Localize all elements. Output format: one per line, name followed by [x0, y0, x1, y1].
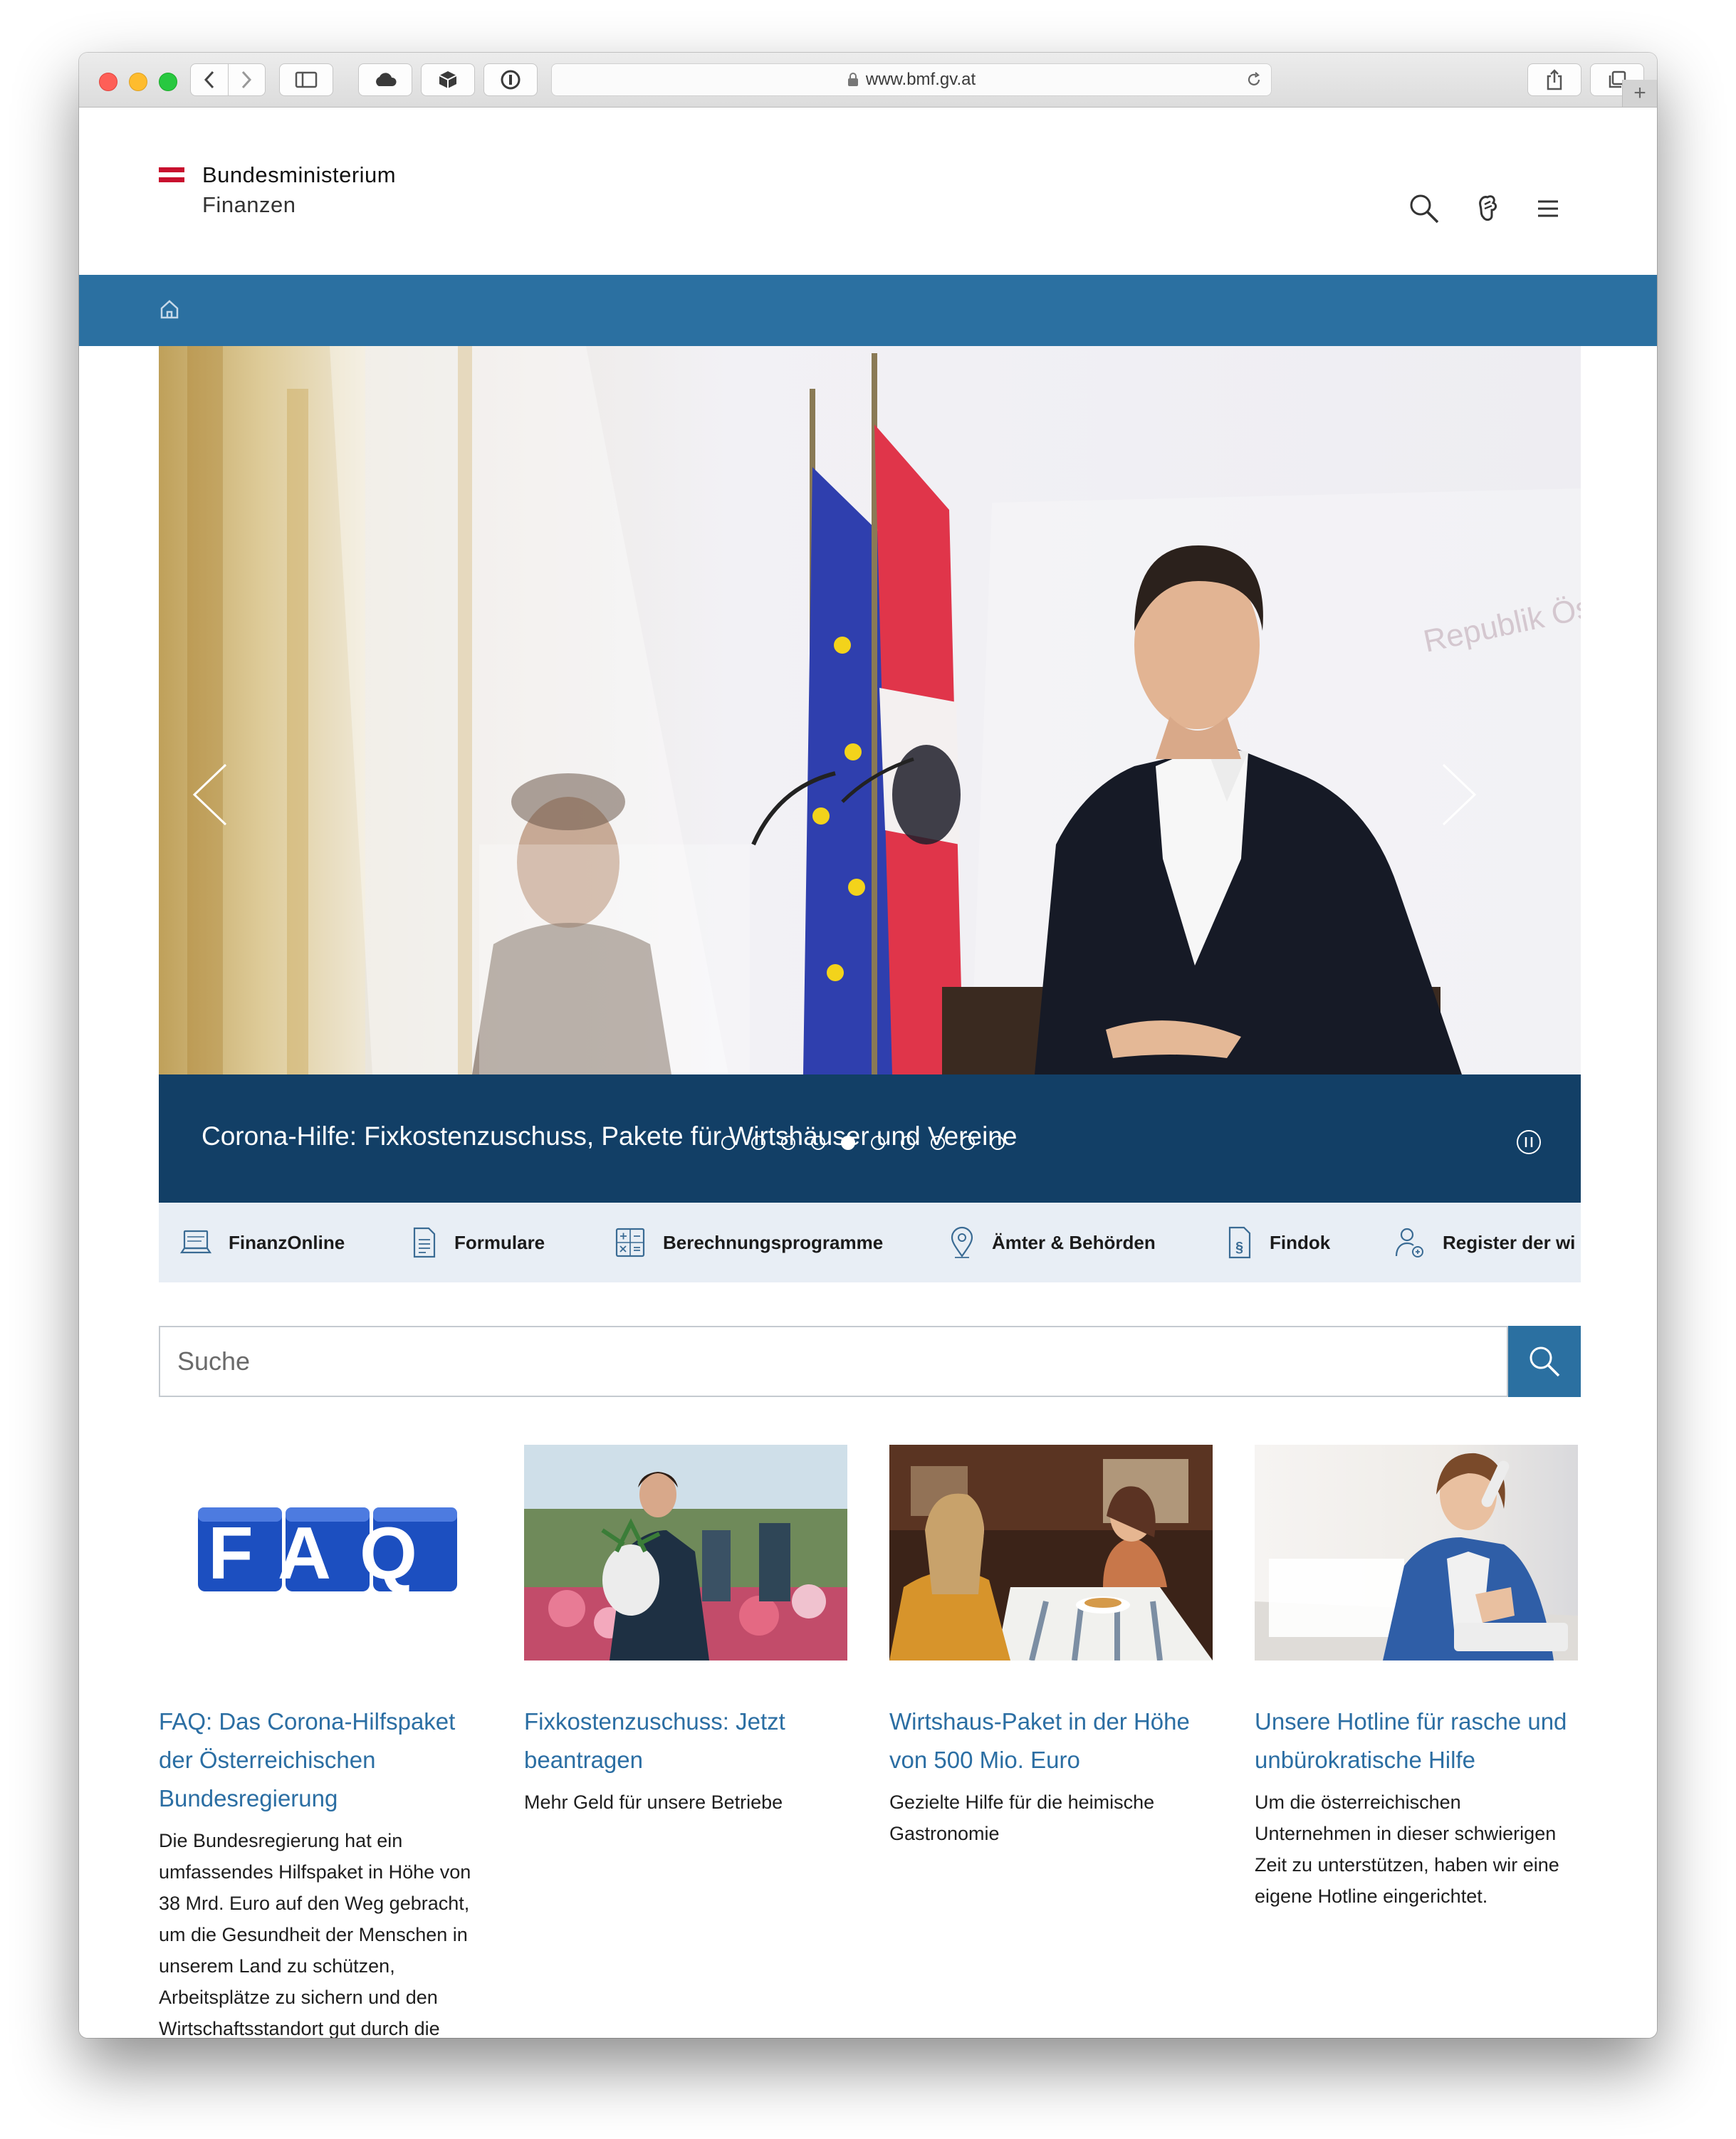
florist-image [524, 1445, 847, 1661]
card-title[interactable]: FAQ: Das Corona-Hilfspaket der Österreic… [159, 1703, 482, 1818]
slider-pagination [721, 1136, 1005, 1150]
quick-link-aemter-behoerden[interactable]: Ämter & Behörden [949, 1203, 1156, 1282]
card-description: Gezielte Hilfe für die heimische Gastron… [889, 1792, 1155, 1844]
quick-link-finanzonline[interactable]: FinanzOnline [180, 1203, 345, 1282]
sidebar-button[interactable] [279, 63, 333, 96]
sign-language-icon[interactable] [1473, 192, 1502, 224]
forward-button[interactable] [228, 70, 265, 89]
icloud-button[interactable] [358, 63, 412, 96]
hero-photo: Republik Ös [159, 346, 1581, 1074]
hero-slider: Republik Ös [159, 346, 1581, 1074]
paragraph-document-icon: § [1228, 1226, 1251, 1259]
slider-dot[interactable] [721, 1136, 736, 1150]
hotline-image [1255, 1445, 1578, 1661]
quick-link-label: Findok [1270, 1231, 1331, 1253]
search-placeholder: Suche [177, 1346, 251, 1376]
chevron-right-icon [242, 70, 252, 89]
share-button[interactable] [1527, 63, 1581, 96]
slider-dot[interactable] [871, 1136, 885, 1150]
browser-window: www.bmf.gv.at + Bundesministerium Finanz… [79, 53, 1657, 2038]
news-card-fixkostenzuschuss[interactable]: Fixkostenzuschuss: Jetzt beantragen Mehr… [524, 1445, 847, 1818]
logo-line-2: Finanzen [202, 192, 296, 217]
slider-next-arrow[interactable] [1440, 763, 1478, 827]
slider-dot[interactable] [751, 1136, 765, 1150]
new-tab-button[interactable]: + [1622, 80, 1657, 107]
share-icon [1547, 69, 1562, 90]
search-input[interactable]: Suche [159, 1326, 1508, 1397]
faq-image-text: FAQ [208, 1512, 446, 1595]
url-text: www.bmf.gv.at [865, 70, 976, 89]
breadcrumb-bar [79, 275, 1657, 346]
slider-dot[interactable] [990, 1136, 1005, 1150]
hero-caption[interactable]: Corona-Hilfe: Fixkostenzuschuss, Pakete … [159, 1074, 1581, 1203]
slider-dot[interactable] [781, 1136, 795, 1150]
quick-link-findok[interactable]: § Findok [1227, 1203, 1330, 1282]
restaurant-image [889, 1445, 1213, 1661]
browser-toolbar: www.bmf.gv.at + [79, 53, 1657, 108]
password-manager-button[interactable] [483, 63, 538, 96]
slider-dot[interactable] [961, 1136, 975, 1150]
austria-flag-icon [159, 167, 184, 182]
sidebar-icon [295, 71, 318, 88]
search-icon [1530, 1346, 1560, 1377]
news-card-hotline[interactable]: Unsere Hotline für rasche und unbürokrat… [1255, 1445, 1578, 1912]
menu-icon[interactable] [1536, 199, 1560, 219]
slider-dot[interactable] [901, 1136, 915, 1150]
chevron-left-icon [204, 70, 214, 89]
card-title[interactable]: Wirtshaus-Paket in der Höhe von 500 Mio.… [889, 1703, 1213, 1779]
logo-line-1: Bundesministerium [202, 162, 397, 187]
faq-image: FAQ [159, 1445, 482, 1661]
close-window-button[interactable] [99, 73, 117, 91]
news-card-wirtshaus-paket[interactable]: Wirtshaus-Paket in der Höhe von 500 Mio.… [889, 1445, 1213, 1849]
search-icon[interactable] [1408, 193, 1440, 224]
search-submit-button[interactable] [1508, 1326, 1581, 1397]
svg-text:§: § [1235, 1240, 1243, 1255]
slider-prev-arrow[interactable] [192, 763, 229, 827]
address-bar[interactable]: www.bmf.gv.at [551, 63, 1272, 96]
back-button[interactable] [191, 70, 228, 89]
cube-icon [439, 71, 457, 88]
slider-dot[interactable] [931, 1136, 945, 1150]
quick-link-register[interactable]: Register der wi [1394, 1203, 1575, 1282]
reload-icon[interactable] [1245, 71, 1262, 88]
quick-link-formulare[interactable]: Formulare [412, 1203, 545, 1282]
logo-wordmark: Bundesministerium Finanzen [202, 160, 396, 220]
location-pin-icon [951, 1226, 973, 1258]
extension-box-button[interactable] [421, 63, 475, 96]
document-icon [413, 1227, 436, 1258]
slider-dot[interactable] [811, 1136, 825, 1150]
laptop-icon [180, 1230, 211, 1254]
webpage: Bundesministerium Finanzen Republik Ös C… [79, 108, 1657, 2038]
pause-icon[interactable] [1515, 1129, 1542, 1156]
quick-link-label: Berechnungsprogramme [663, 1231, 884, 1253]
quick-link-label: Register der wi [1443, 1231, 1576, 1253]
news-card-faq[interactable]: FAQ FAQ: Das Corona-Hilfspaket der Öster… [159, 1445, 482, 2038]
onepassword-icon [501, 70, 521, 90]
minimize-window-button[interactable] [129, 73, 147, 91]
card-title[interactable]: Unsere Hotline für rasche und unbürokrat… [1255, 1703, 1578, 1779]
card-description: Mehr Geld für unsere Betriebe [524, 1792, 783, 1813]
quick-link-label: FinanzOnline [229, 1231, 345, 1253]
card-title[interactable]: Fixkostenzuschuss: Jetzt beantragen [524, 1703, 847, 1779]
quick-link-label: Ämter & Behörden [992, 1231, 1156, 1253]
quick-link-label: Formulare [454, 1231, 545, 1253]
quick-link-berechnungsprogramme[interactable]: Berechnungsprogramme [615, 1203, 883, 1282]
home-icon[interactable] [159, 298, 180, 320]
card-description: Die Bundesregierung hat ein umfassendes … [159, 1830, 471, 2038]
history-nav [190, 63, 266, 96]
cloud-icon [376, 73, 397, 86]
slider-dot[interactable] [841, 1136, 855, 1150]
person-icon [1395, 1228, 1423, 1257]
zoom-window-button[interactable] [159, 73, 177, 91]
card-description: Um die österreichischen Unternehmen in d… [1255, 1792, 1559, 1907]
calculator-icon [615, 1228, 645, 1257]
lock-icon [847, 73, 858, 86]
quick-links-bar: FinanzOnline Formulare Berechnungsprogra… [159, 1203, 1581, 1282]
